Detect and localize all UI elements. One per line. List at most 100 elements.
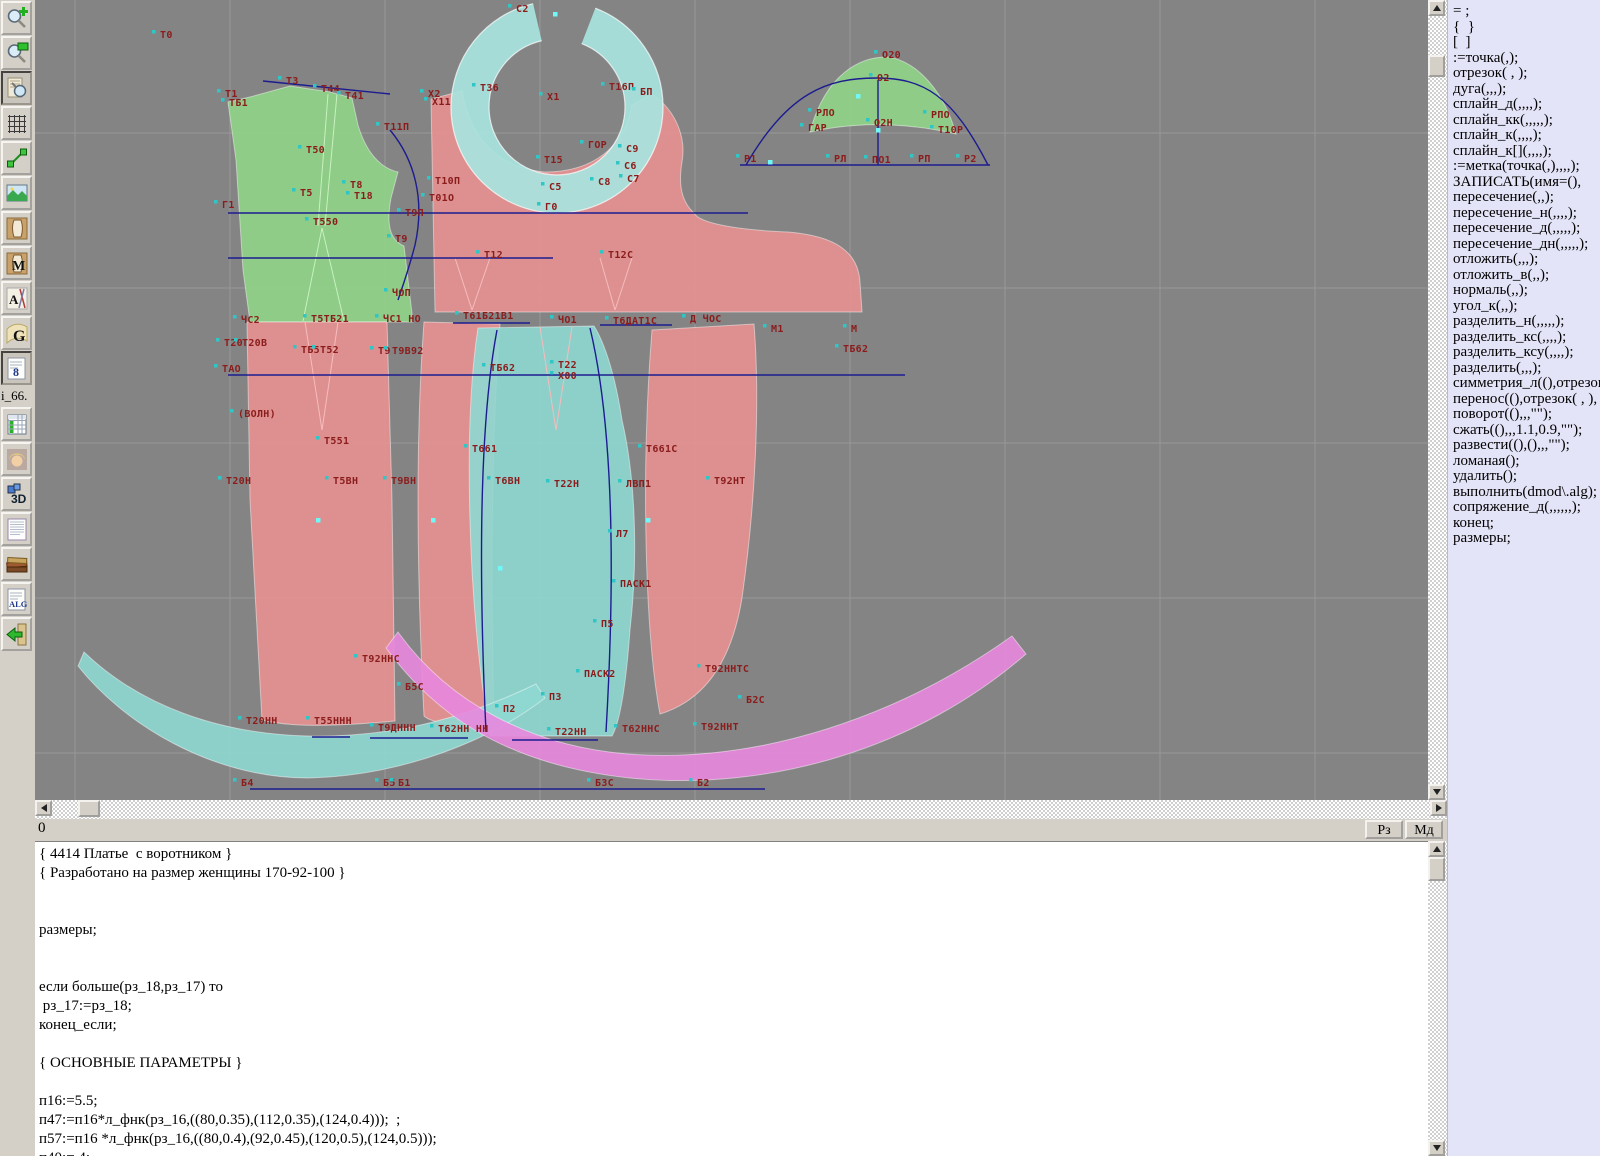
exit-icon[interactable] — [1, 617, 32, 651]
svg-text:G: G — [13, 328, 26, 345]
point-label: Т36 — [480, 83, 499, 94]
model-photo-icon[interactable] — [1, 442, 32, 476]
function-list-item[interactable]: :=метка(точка(,),,,,); — [1448, 159, 1600, 175]
function-list-item[interactable]: отложить_в(,,); — [1448, 268, 1600, 284]
point-label: М — [851, 324, 857, 335]
pattern-piece-icon[interactable] — [1, 211, 32, 245]
alg-doc-icon[interactable]: ALG — [1, 582, 32, 616]
function-list: = ;{ }[ ]:=точка(,);отрезок( , );дуга(,,… — [1447, 0, 1600, 1156]
view-3d-icon[interactable]: 3D — [1, 477, 32, 511]
function-list-item[interactable]: пересечение(,,); — [1448, 190, 1600, 206]
print-preview-icon[interactable] — [1, 71, 32, 105]
function-list-item[interactable]: сплайн_кк(,,,,,); — [1448, 113, 1600, 129]
point-label: ПАСК2 — [584, 669, 616, 680]
function-list-item[interactable]: угол_к(,,); — [1448, 299, 1600, 315]
function-list-item[interactable]: размеры; — [1448, 531, 1600, 547]
function-list-item[interactable]: разделить_кс(,,,,); — [1448, 330, 1600, 346]
books-icon[interactable] — [1, 547, 32, 581]
point-label: ТБ62 — [843, 344, 868, 355]
function-list-item[interactable]: развести((),(),,,""); — [1448, 438, 1600, 454]
function-list-item[interactable]: ломаная(); — [1448, 454, 1600, 470]
function-list-item[interactable]: разделить_н(,,,,,); — [1448, 314, 1600, 330]
scroll-up-icon[interactable] — [1428, 0, 1445, 16]
point-label: П3 — [549, 692, 562, 703]
canvas-vertical-scrollbar[interactable] — [1428, 0, 1447, 800]
point-label: Т10Р — [938, 125, 963, 136]
function-list-item[interactable]: сжать((),,,1.1,0.9,""); — [1448, 423, 1600, 439]
point-label: Р2 — [964, 154, 977, 165]
canvas-hscroll-thumb[interactable] — [78, 800, 100, 817]
point-label: С6 — [624, 161, 637, 172]
function-list-item[interactable]: пересечение_дн(,,,,,); — [1448, 237, 1600, 253]
grid-icon[interactable] — [1, 106, 32, 140]
function-list-item[interactable]: отложить(,,,); — [1448, 252, 1600, 268]
canvas-vscroll-thumb[interactable] — [1428, 55, 1445, 77]
point-label: Д ЧОС — [690, 313, 722, 325]
point-label: Т3 — [286, 76, 299, 87]
point-label: Б2С — [746, 695, 765, 706]
point-label: (ВОЛН) — [238, 409, 276, 420]
function-list-item[interactable]: сплайн_к(,,,,); — [1448, 128, 1600, 144]
function-list-item[interactable]: дуга(,,,); — [1448, 82, 1600, 98]
md-button[interactable]: Мд — [1405, 820, 1443, 839]
segment-icon[interactable] — [1, 141, 32, 175]
point-label: РП — [918, 154, 931, 165]
code-editor[interactable]: { 4414 Платье с воротником }{ Разработан… — [35, 841, 1428, 1156]
function-list-item[interactable]: сплайн_д(,,,,); — [1448, 97, 1600, 113]
point-label: Т61Б21В1 — [463, 311, 514, 322]
function-list-item[interactable]: поворот((),,,""); — [1448, 407, 1600, 423]
function-list-item[interactable]: разделить_ксу(,,,,); — [1448, 345, 1600, 361]
table-icon[interactable] — [1, 407, 32, 441]
function-list-item[interactable]: отрезок( , ); — [1448, 66, 1600, 82]
scroll-down-icon[interactable] — [1428, 1140, 1445, 1156]
point-label: Г1 — [222, 200, 235, 211]
function-list-item[interactable]: удалить(); — [1448, 469, 1600, 485]
function-list-item[interactable]: [ ] — [1448, 35, 1600, 51]
function-list-item[interactable]: пересечение_д(,,,,,); — [1448, 221, 1600, 237]
editor-vscroll-thumb[interactable] — [1428, 857, 1445, 881]
function-list-item[interactable]: симметрия_л((),отрезок — [1448, 376, 1600, 392]
svg-text:3D: 3D — [11, 492, 27, 506]
point-label: Т5ТБ21 — [311, 314, 349, 325]
function-list-item[interactable]: перенос((),отрезок( , ), — [1448, 392, 1600, 408]
function-list-item[interactable]: сопряжение_д(,,,,,,); — [1448, 500, 1600, 516]
zoom-in-icon[interactable] — [1, 1, 32, 35]
function-list-item[interactable]: пересечение_н(,,,,); — [1448, 206, 1600, 222]
point-label: Т22НН — [555, 727, 587, 738]
point-label: Т10П — [435, 176, 460, 187]
function-list-item[interactable]: разделить(,,,); — [1448, 361, 1600, 377]
list-doc-icon[interactable] — [1, 512, 32, 546]
point-label: ЧОП — [392, 287, 411, 299]
function-list-item[interactable]: { } — [1448, 20, 1600, 36]
function-list-item[interactable]: ЗАПИСАТЬ(имя=(), — [1448, 175, 1600, 191]
zoom-area-icon[interactable] — [1, 36, 32, 70]
point-label: Т5 — [300, 188, 313, 199]
point-label: Т20НН — [246, 716, 278, 727]
point-label: Т9П — [405, 208, 424, 219]
point-label: Т22Н — [554, 479, 579, 490]
point-label: ТБ62 — [490, 363, 515, 374]
point-label: П5 — [601, 619, 614, 630]
svg-text:ALG: ALG — [9, 599, 28, 609]
function-list-item[interactable]: конец; — [1448, 516, 1600, 532]
function-list-item[interactable]: выполнить(dmod\.alg); — [1448, 485, 1600, 501]
scroll-up-icon[interactable] — [1428, 841, 1445, 857]
function-list-item[interactable]: :=точка(,); — [1448, 51, 1600, 67]
picture-icon[interactable] — [1, 176, 32, 210]
scroll-down-icon[interactable] — [1428, 784, 1445, 800]
editor-vertical-scrollbar[interactable] — [1428, 841, 1447, 1156]
point-label: Т9В92 — [392, 346, 424, 357]
drafting-a-icon[interactable]: А — [1, 281, 32, 315]
function-list-item[interactable]: сплайн_к[](,,,,); — [1448, 144, 1600, 160]
code-line: рз_17:=рз_18; — [35, 997, 1428, 1016]
function-list-item[interactable]: = ; — [1448, 4, 1600, 20]
function-list-item[interactable]: нормаль(,,); — [1448, 283, 1600, 299]
pattern-m-icon[interactable]: M — [1, 246, 32, 280]
rz-button[interactable]: Рз — [1365, 820, 1403, 839]
scroll-right-icon[interactable] — [1430, 800, 1447, 816]
canvas-horizontal-scrollbar[interactable] — [35, 800, 1447, 819]
sheet-8-icon[interactable]: 8 — [1, 351, 32, 385]
g-tool-icon[interactable]: G — [1, 316, 32, 350]
pattern-canvas[interactable]: Т0Т3Т44Т41Т1ТБ1Х2Х11Т36Х1Т16ПБПС2Т11ПТ50… — [35, 0, 1428, 800]
scroll-left-icon[interactable] — [35, 800, 52, 816]
